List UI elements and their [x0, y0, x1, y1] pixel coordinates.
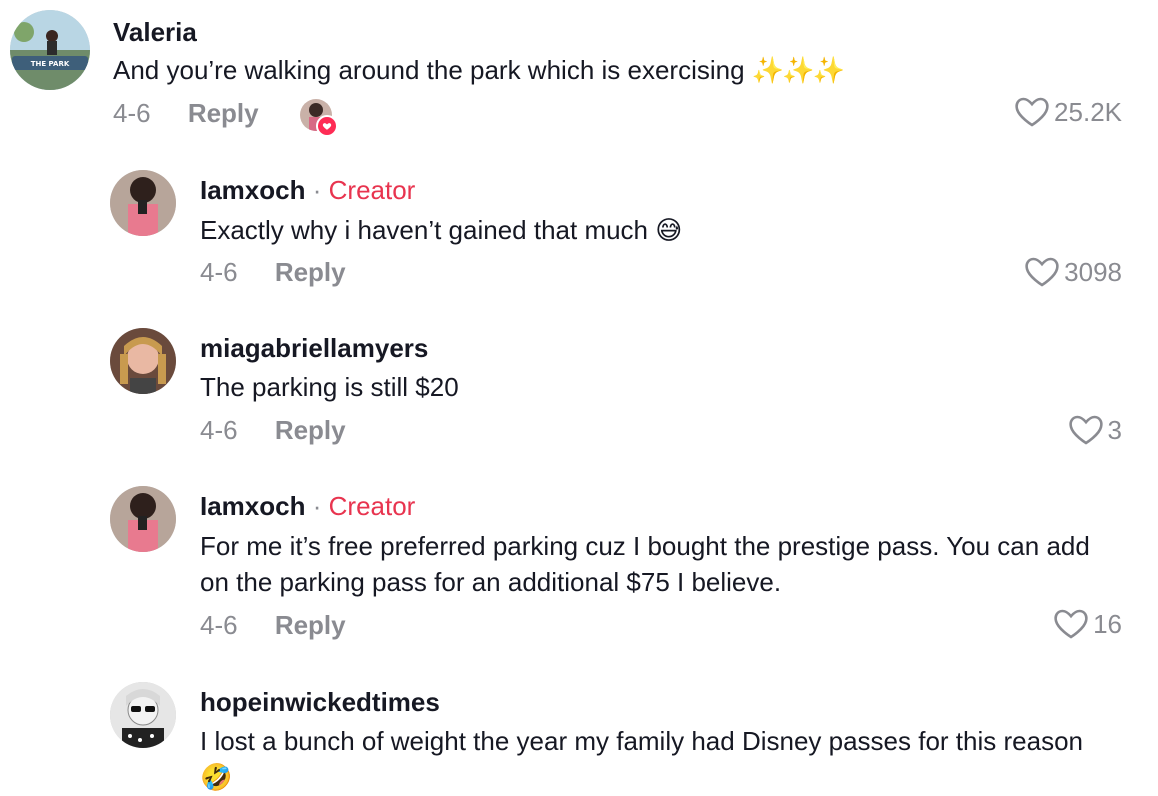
- reply-button[interactable]: Reply: [188, 98, 259, 129]
- sparkles-emoji: ✨✨✨: [751, 56, 845, 86]
- heart-outline-icon: [1015, 97, 1049, 127]
- comment-text: The parking is still $20: [200, 372, 459, 402]
- comment-date: 4-6: [200, 415, 238, 445]
- username[interactable]: Iamxoch: [200, 175, 306, 205]
- heart-badge-icon: [316, 115, 338, 137]
- comment-text: And you’re walking around the park which…: [113, 52, 1033, 89]
- like-button[interactable]: 3: [1068, 414, 1122, 446]
- reply-button[interactable]: Reply: [275, 415, 346, 446]
- liked-by-creator-icon: [300, 99, 338, 137]
- comment-text: I lost a bunch of weight the year my fam…: [200, 723, 1120, 796]
- username[interactable]: miagabriellamyers: [200, 333, 428, 364]
- comment-meta: 4-6 Reply: [113, 98, 259, 129]
- reply-button[interactable]: Reply: [275, 257, 346, 288]
- username[interactable]: hopeinwickedtimes: [200, 687, 440, 718]
- avatar-image: THE PARK: [10, 10, 90, 90]
- avatar[interactable]: [110, 682, 176, 748]
- comment-meta: 4-6 Reply: [200, 415, 346, 446]
- comment-meta: 4-6 Reply: [200, 257, 346, 288]
- comment-reply: Iamxoch · Creator For me it’s free prefe…: [0, 476, 1158, 666]
- comment-meta: 4-6 Reply: [200, 610, 346, 641]
- heart-outline-icon: [1025, 257, 1059, 287]
- avatar-banner-text: THE PARK: [31, 60, 70, 68]
- comment-date: 4-6: [113, 98, 151, 128]
- avatar[interactable]: [110, 170, 176, 236]
- avatar[interactable]: [110, 486, 176, 552]
- avatar-image: [110, 486, 176, 552]
- heart-outline-icon: [1068, 415, 1103, 445]
- comment-date: 4-6: [200, 257, 238, 287]
- username-row: Iamxoch · Creator: [200, 175, 415, 206]
- comment-body: And you’re walking around the park which…: [113, 55, 745, 85]
- comment-reply: Iamxoch · Creator Exactly why i haven’t …: [0, 160, 1158, 310]
- avatar-image: [110, 328, 176, 394]
- like-button[interactable]: 3098: [1024, 256, 1122, 288]
- reply-button[interactable]: Reply: [275, 610, 346, 641]
- comment-reply: miagabriellamyers The parking is still $…: [0, 318, 1158, 468]
- avatar-image: [110, 682, 176, 748]
- like-count: 25.2K: [1054, 96, 1122, 127]
- creator-badge: Creator: [328, 491, 416, 521]
- username[interactable]: Valeria: [113, 17, 197, 48]
- comment-body: I lost a bunch of weight the year my fam…: [200, 726, 1083, 756]
- like-button[interactable]: 16: [1053, 608, 1122, 640]
- comment-text: Exactly why i haven’t gained that much 😅: [200, 212, 1120, 249]
- creator-badge: Creator: [328, 175, 416, 205]
- like-button[interactable]: 25.2K: [1014, 96, 1122, 128]
- creator-separator: ·: [312, 491, 322, 521]
- username-row: Iamxoch · Creator: [200, 491, 415, 522]
- like-count: 3098: [1064, 256, 1122, 287]
- comment-valeria: THE PARK Valeria And you’re walking arou…: [0, 0, 1158, 160]
- like-count: 16: [1093, 608, 1122, 639]
- like-count: 3: [1107, 414, 1122, 445]
- avatar[interactable]: THE PARK: [10, 10, 90, 90]
- sweat-smile-emoji: 😅: [655, 216, 683, 246]
- comment-body: Exactly why i haven’t gained that much: [200, 215, 649, 245]
- heart-outline-icon: [1054, 609, 1088, 639]
- comment-date: 4-6: [200, 610, 238, 640]
- rofl-emoji: 🤣: [200, 763, 233, 793]
- avatar-image: [110, 170, 176, 236]
- comment-reply: hopeinwickedtimes I lost a bunch of weig…: [0, 672, 1158, 796]
- comment-text: For me it’s free preferred parking cuz I…: [200, 531, 1090, 597]
- username[interactable]: Iamxoch: [200, 491, 306, 521]
- creator-separator: ·: [312, 175, 322, 205]
- avatar[interactable]: [110, 328, 176, 394]
